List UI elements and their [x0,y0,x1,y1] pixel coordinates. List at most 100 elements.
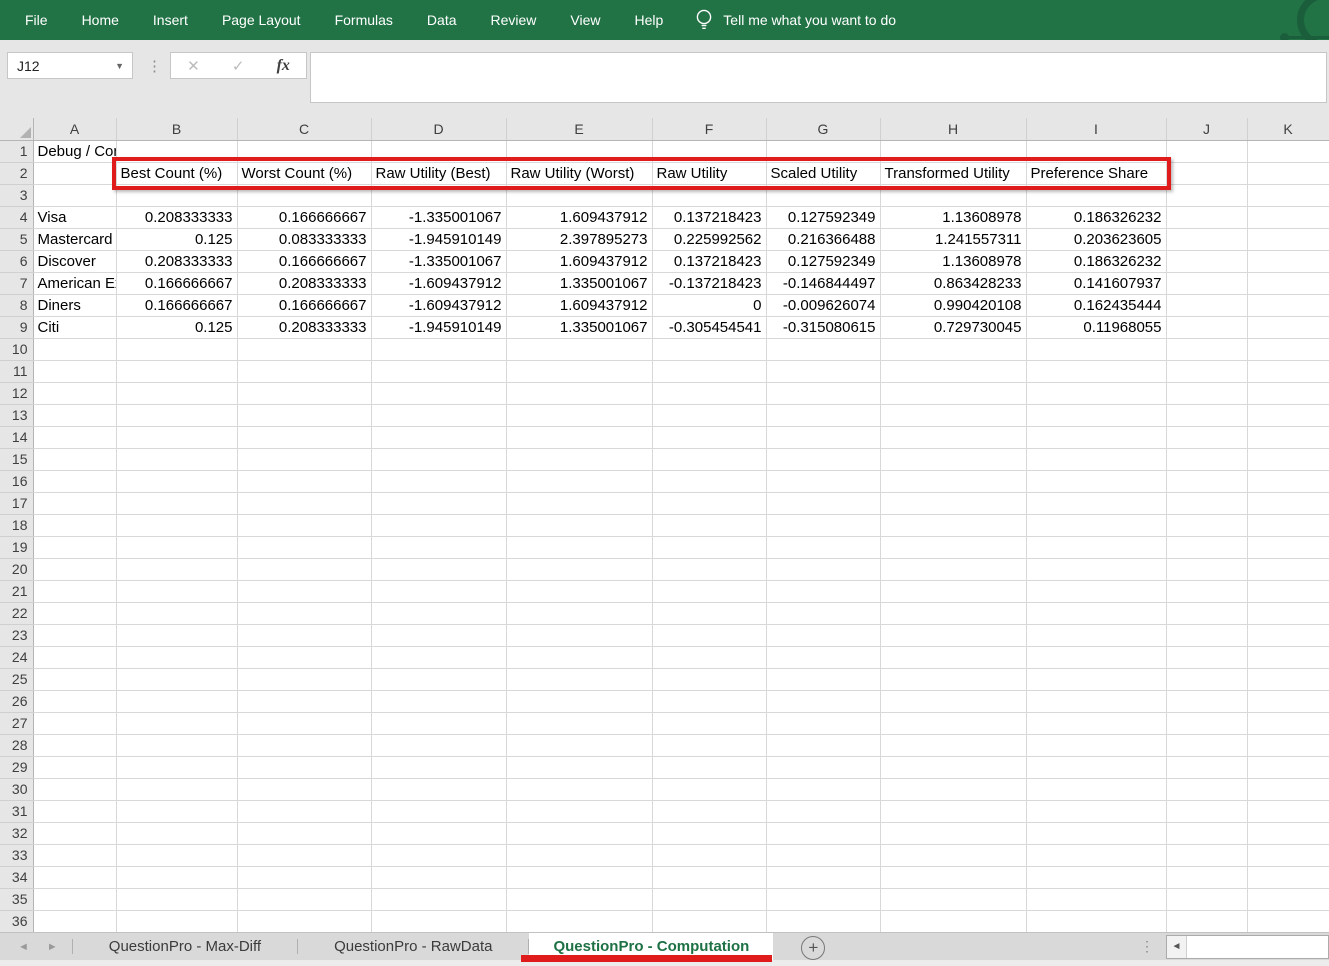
cell-K32[interactable] [1247,822,1329,844]
cell-A15[interactable] [33,448,116,470]
cell-G13[interactable] [766,404,880,426]
cell-K31[interactable] [1247,800,1329,822]
cell-E16[interactable] [506,470,652,492]
cell-F32[interactable] [652,822,766,844]
cell-C24[interactable] [237,646,371,668]
cell-F31[interactable] [652,800,766,822]
cell-B15[interactable] [116,448,237,470]
cell-A21[interactable] [33,580,116,602]
cell-G31[interactable] [766,800,880,822]
cell-F6[interactable]: 0.137218423 [652,250,766,272]
cell-E29[interactable] [506,756,652,778]
cell-J24[interactable] [1166,646,1247,668]
row-header-29[interactable]: 29 [0,756,33,778]
cell-A31[interactable] [33,800,116,822]
cell-D2[interactable]: Raw Utility (Best) [371,162,506,184]
cell-I35[interactable] [1026,888,1166,910]
row-header-27[interactable]: 27 [0,712,33,734]
cell-H20[interactable] [880,558,1026,580]
cell-E14[interactable] [506,426,652,448]
cell-D26[interactable] [371,690,506,712]
cell-H11[interactable] [880,360,1026,382]
cell-J35[interactable] [1166,888,1247,910]
cell-C5[interactable]: 0.083333333 [237,228,371,250]
cell-B2[interactable]: Best Count (%) [116,162,237,184]
cell-F21[interactable] [652,580,766,602]
cell-C34[interactable] [237,866,371,888]
cell-D30[interactable] [371,778,506,800]
cell-D11[interactable] [371,360,506,382]
row-header-34[interactable]: 34 [0,866,33,888]
cell-I22[interactable] [1026,602,1166,624]
cell-D5[interactable]: -1.945910149 [371,228,506,250]
cell-F24[interactable] [652,646,766,668]
cell-F15[interactable] [652,448,766,470]
cell-J7[interactable] [1166,272,1247,294]
cell-C17[interactable] [237,492,371,514]
cell-B19[interactable] [116,536,237,558]
cell-C33[interactable] [237,844,371,866]
row-header-16[interactable]: 16 [0,470,33,492]
cell-G24[interactable] [766,646,880,668]
row-header-25[interactable]: 25 [0,668,33,690]
cell-K2[interactable] [1247,162,1329,184]
row-header-10[interactable]: 10 [0,338,33,360]
row-header-4[interactable]: 4 [0,206,33,228]
cell-C21[interactable] [237,580,371,602]
cell-H31[interactable] [880,800,1026,822]
cell-H29[interactable] [880,756,1026,778]
cell-K21[interactable] [1247,580,1329,602]
cell-C14[interactable] [237,426,371,448]
row-header-33[interactable]: 33 [0,844,33,866]
cell-I27[interactable] [1026,712,1166,734]
cell-B34[interactable] [116,866,237,888]
ribbon-menu-home[interactable]: Home [65,0,136,40]
name-box-dropdown-icon[interactable]: ▼ [115,61,124,71]
cell-D18[interactable] [371,514,506,536]
cell-J10[interactable] [1166,338,1247,360]
cell-I6[interactable]: 0.186326232 [1026,250,1166,272]
cell-C32[interactable] [237,822,371,844]
cell-J3[interactable] [1166,184,1247,206]
cell-C15[interactable] [237,448,371,470]
cell-D20[interactable] [371,558,506,580]
cell-C8[interactable]: 0.166666667 [237,294,371,316]
ribbon-menu-help[interactable]: Help [618,0,681,40]
cell-E30[interactable] [506,778,652,800]
cell-K3[interactable] [1247,184,1329,206]
cell-A34[interactable] [33,866,116,888]
cell-G19[interactable] [766,536,880,558]
row-header-21[interactable]: 21 [0,580,33,602]
cell-K24[interactable] [1247,646,1329,668]
cell-F1[interactable] [652,140,766,162]
cell-E27[interactable] [506,712,652,734]
cell-I1[interactable] [1026,140,1166,162]
cell-H10[interactable] [880,338,1026,360]
cell-C23[interactable] [237,624,371,646]
cell-K1[interactable] [1247,140,1329,162]
cell-A35[interactable] [33,888,116,910]
cell-F16[interactable] [652,470,766,492]
cell-E36[interactable] [506,910,652,932]
cell-C10[interactable] [237,338,371,360]
row-header-18[interactable]: 18 [0,514,33,536]
cell-A32[interactable] [33,822,116,844]
cell-F30[interactable] [652,778,766,800]
ribbon-menu-page-layout[interactable]: Page Layout [205,0,318,40]
cell-D22[interactable] [371,602,506,624]
cell-E20[interactable] [506,558,652,580]
cell-E9[interactable]: 1.335001067 [506,316,652,338]
column-header-G[interactable]: G [766,118,880,140]
cell-H3[interactable] [880,184,1026,206]
cell-A9[interactable]: Citi [33,316,116,338]
cell-H33[interactable] [880,844,1026,866]
cell-H18[interactable] [880,514,1026,536]
cell-I10[interactable] [1026,338,1166,360]
cell-B18[interactable] [116,514,237,536]
cell-H32[interactable] [880,822,1026,844]
cell-J18[interactable] [1166,514,1247,536]
column-header-A[interactable]: A [33,118,116,140]
cell-D21[interactable] [371,580,506,602]
cell-B25[interactable] [116,668,237,690]
cell-G34[interactable] [766,866,880,888]
